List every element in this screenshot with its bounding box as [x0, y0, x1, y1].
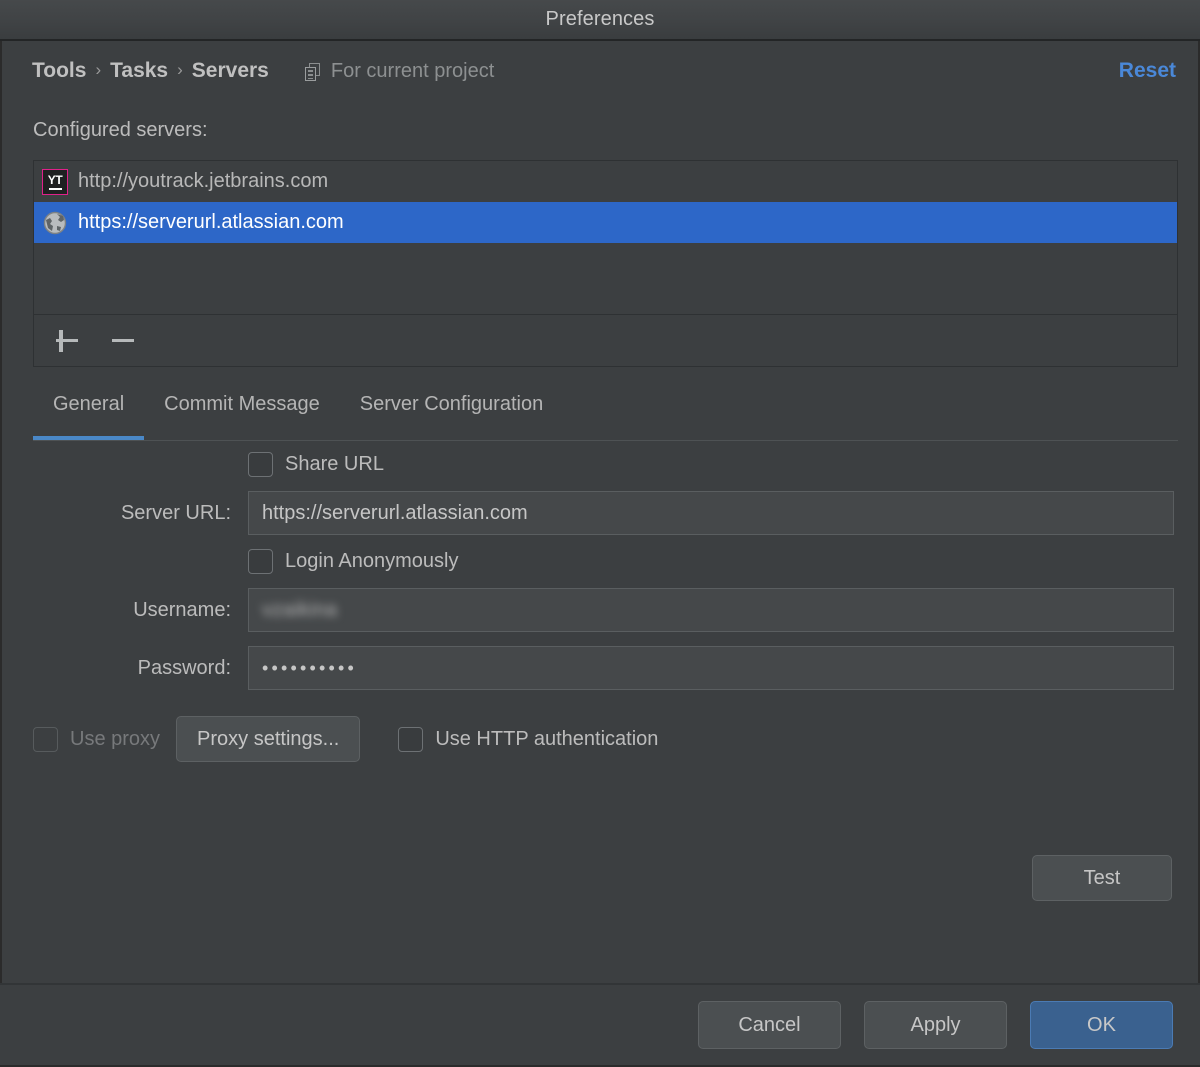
test-button[interactable]: Test: [1032, 855, 1172, 901]
tab-general[interactable]: General: [33, 385, 145, 440]
breadcrumb-item-servers[interactable]: Servers: [192, 59, 269, 83]
username-input[interactable]: vzaikina: [248, 588, 1174, 632]
preferences-dialog: Preferences Tools › Tasks › Servers For …: [0, 0, 1200, 1067]
test-row: Test: [1032, 855, 1172, 901]
project-scope-label: For current project: [330, 59, 495, 82]
list-item[interactable]: YT http://youtrack.jetbrains.com: [34, 161, 1177, 202]
username-input-value: vzaikina: [262, 598, 338, 621]
http-auth-wrap: Use HTTP authentication: [398, 726, 658, 752]
copy-icon: [304, 63, 322, 81]
server-url-row: Server URL: https://serverurl.atlassian.…: [2, 491, 1198, 535]
add-server-button[interactable]: [50, 324, 84, 358]
breadcrumb-item-tasks[interactable]: Tasks: [110, 59, 168, 83]
ok-button[interactable]: OK: [1030, 1001, 1173, 1049]
server-list[interactable]: YT http://youtrack.jetbrains.com https:/…: [33, 160, 1178, 315]
cancel-button[interactable]: Cancel: [698, 1001, 841, 1049]
tab-bar: General Commit Message Server Configurat…: [33, 385, 1178, 441]
share-url-row: Share URL: [2, 452, 1198, 477]
reset-link[interactable]: Reset: [1119, 59, 1176, 83]
window-titlebar: Preferences: [0, 0, 1200, 41]
share-url-label[interactable]: Share URL: [285, 453, 384, 476]
server-url-field-label: Server URL:: [120, 501, 231, 524]
username-row: Username: vzaikina: [2, 588, 1198, 632]
window-title: Preferences: [545, 8, 655, 30]
password-row: Password: ••••••••••: [2, 646, 1198, 690]
general-tab-panel: Share URL Server URL: https://serverurl.…: [2, 452, 1198, 762]
server-url-input[interactable]: https://serverurl.atlassian.com: [248, 491, 1174, 535]
password-input[interactable]: ••••••••••: [248, 646, 1174, 690]
dialog-footer: Cancel Apply OK: [0, 983, 1200, 1065]
login-anonymously-checkbox[interactable]: [248, 549, 273, 574]
password-field-label: Password:: [137, 656, 231, 679]
use-http-authentication-checkbox[interactable]: [398, 726, 424, 752]
password-input-value: ••••••••••: [262, 657, 358, 678]
youtrack-icon-text: YT: [47, 172, 63, 187]
username-field-label: Username:: [133, 598, 231, 621]
server-list-toolbar: [33, 315, 1178, 367]
list-item[interactable]: https://serverurl.atlassian.com: [34, 202, 1177, 243]
tab-commit-message[interactable]: Commit Message: [144, 385, 340, 440]
breadcrumb-separator: ›: [95, 60, 102, 79]
proxy-settings-button[interactable]: Proxy settings...: [176, 716, 361, 762]
login-anonymously-row: Login Anonymously: [2, 549, 1198, 574]
tab-server-configuration[interactable]: Server Configuration: [340, 385, 563, 440]
remove-server-button[interactable]: [106, 324, 140, 358]
breadcrumb-separator: ›: [177, 60, 183, 79]
use-proxy-checkbox[interactable]: [33, 726, 58, 752]
server-url-label: https://serverurl.atlassian.com: [78, 211, 344, 233]
breadcrumb-item-tools[interactable]: Tools: [32, 59, 86, 83]
server-url-label: http://youtrack.jetbrains.com: [78, 170, 329, 192]
share-url-checkbox[interactable]: [248, 452, 273, 477]
use-proxy-label: Use proxy: [70, 727, 161, 750]
proxy-settings-button-wrap: Proxy settings...: [176, 716, 361, 762]
globe-icon: [42, 210, 68, 236]
server-url-input-value: https://serverurl.atlassian.com: [262, 501, 528, 524]
login-anonymously-label[interactable]: Login Anonymously: [285, 550, 458, 573]
configured-servers-label: Configured servers:: [33, 119, 208, 141]
breadcrumb-bar: Tools › Tasks › Servers For current proj…: [2, 41, 1198, 101]
youtrack-icon: YT: [42, 168, 68, 195]
proxy-row: Use proxy Proxy settings... Use HTTP aut…: [2, 716, 1198, 762]
apply-button[interactable]: Apply: [864, 1001, 1007, 1049]
project-scope-note: For current project: [304, 59, 495, 83]
use-http-authentication-label[interactable]: Use HTTP authentication: [435, 728, 658, 751]
